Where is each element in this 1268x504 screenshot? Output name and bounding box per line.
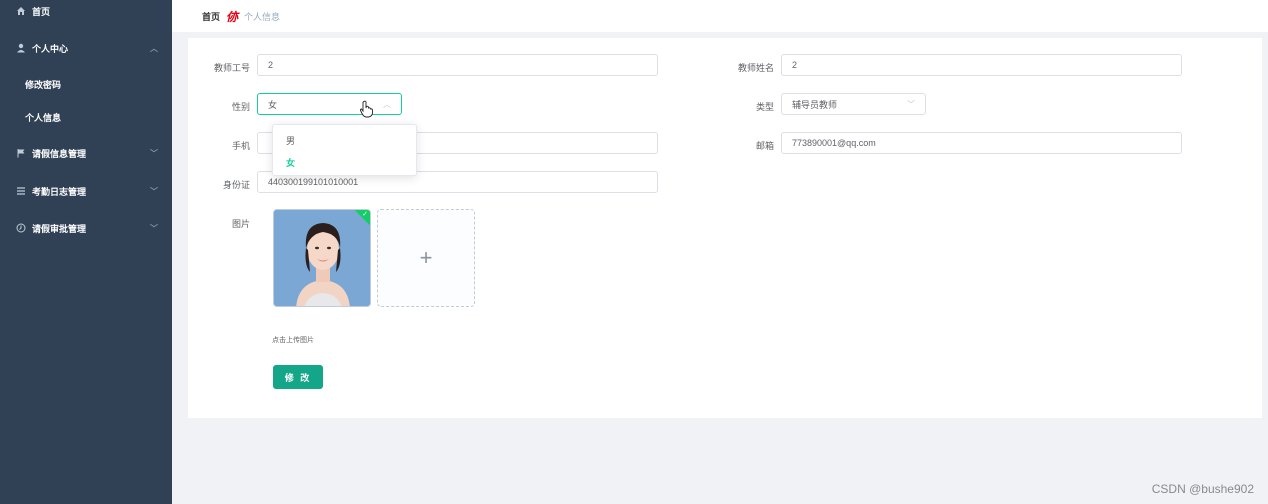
email-input[interactable]: 773890001@qq.com [781,132,1182,154]
sidebar-item-label: 修改密码 [25,79,62,90]
plus-icon: + [419,245,433,270]
watermark: CSDN @bushe902 [1151,482,1254,496]
sidebar-item-label: 个人信息 [25,112,62,123]
breadcrumb-current: 个人信息 [244,11,281,22]
breadcrumb-separator: 㑊 [226,9,239,24]
teacher-name-label: 教师姓名 [737,63,774,73]
sidebar: 首页 个人中心 ︿ 修改密码 个人信息 请假信息管理 ﹀ 考勤日志管理 ﹀ 请假… [0,0,172,504]
main-content: 首页 㑊 个人信息 教师工号 2 教师姓名 2 性别 女 ︿ 类型 辅导员教师 … [172,0,1268,504]
photo-label: 图片 [231,219,250,229]
type-select-value: 辅导员教师 [792,99,838,110]
sidebar-item-label: 首页 [32,6,51,17]
phone-label: 手机 [231,141,250,151]
teacher-no-label: 教师工号 [213,63,250,73]
email-label: 邮箱 [755,141,774,151]
chevron-up-icon: ︿ [150,43,158,53]
chevron-down-icon: ﹀ [907,99,915,109]
chevron-down-icon: ﹀ [150,223,158,233]
sidebar-item-label: 考勤日志管理 [32,186,87,197]
email-value: 773890001@qq.com [792,138,876,148]
teacher-name-value: 2 [792,60,798,70]
list-icon [14,186,28,196]
hand-cursor-icon [359,100,375,120]
upload-hint: 点击上传图片 [272,337,314,344]
teacher-no-input[interactable]: 2 [257,54,658,76]
sidebar-item-label: 请假信息管理 [32,148,87,159]
clock-icon [14,223,28,233]
profile-form: 教师工号 2 教师姓名 2 性别 女 ︿ 类型 辅导员教师 ﹀ 手机 邮箱 77… [188,38,1262,418]
sidebar-item-leave-approval[interactable]: 请假审批管理 ﹀ [0,213,172,243]
gender-label: 性别 [231,102,250,112]
gender-select-value: 女 [268,99,278,110]
chevron-down-icon: ﹀ [150,186,158,196]
type-label: 类型 [755,102,774,112]
id-card-value: 440300199101010001 [268,177,359,187]
gender-dropdown: 男 女 [272,124,417,176]
uploaded-photo[interactable]: ✓ [273,209,371,307]
sidebar-item-attendance-log[interactable]: 考勤日志管理 ﹀ [0,176,172,206]
gender-option-female[interactable]: 女 [273,151,416,173]
breadcrumb-home[interactable]: 首页 [202,10,220,23]
sidebar-item-personal-info[interactable]: 个人信息 [0,102,172,132]
type-select[interactable]: 辅导员教师 ﹀ [781,93,926,115]
check-icon: ✓ [362,211,368,218]
sidebar-item-label: 个人中心 [32,43,69,54]
sidebar-item-home[interactable]: 首页 [0,0,172,26]
sidebar-item-label: 请假审批管理 [32,223,87,234]
id-card-label: 身份证 [222,180,250,190]
gender-option-male[interactable]: 男 [273,129,416,151]
home-icon [14,6,28,16]
submit-button[interactable]: 修 改 [273,365,323,389]
chevron-up-icon: ︿ [383,99,391,109]
teacher-name-input[interactable]: 2 [781,54,1182,76]
portrait-image [274,210,370,306]
chevron-down-icon: ﹀ [150,148,158,158]
flag-icon [14,148,28,158]
user-icon [14,43,28,53]
sidebar-item-personal-center[interactable]: 个人中心 ︿ [0,33,172,63]
sidebar-item-leave-info[interactable]: 请假信息管理 ﹀ [0,138,172,168]
gender-select[interactable]: 女 ︿ [257,93,402,115]
upload-button[interactable]: + [377,209,475,307]
breadcrumb: 首页 㑊 个人信息 [172,0,1268,32]
teacher-no-value: 2 [268,60,274,70]
sidebar-item-change-password[interactable]: 修改密码 [0,69,172,99]
